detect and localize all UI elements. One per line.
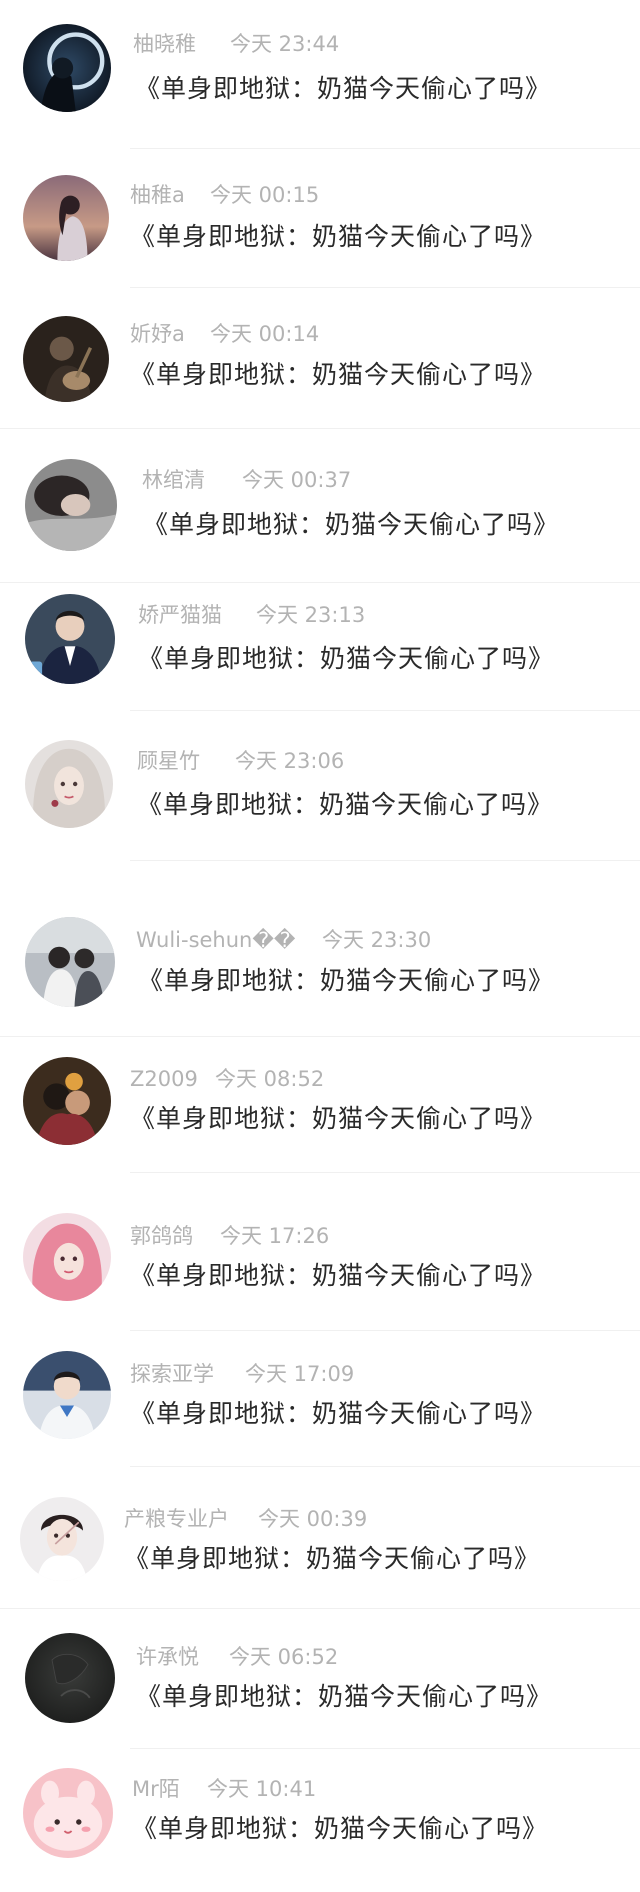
avatar[interactable] xyxy=(23,1351,111,1439)
boy-suit-avatar xyxy=(25,594,115,684)
username[interactable]: Wuli-sehun�� xyxy=(136,930,295,951)
comment-text: 《单身即地狱：奶猫今天偷心了吗》 xyxy=(137,790,554,819)
timestamp: 今天 17:26 xyxy=(220,1224,330,1248)
platinum-hair-girl-avatar xyxy=(25,740,113,828)
timestamp: 今天 23:30 xyxy=(322,928,432,952)
timestamp: 今天 23:44 xyxy=(230,32,340,56)
comment-text: 《单身即地狱：奶猫今天偷心了吗》 xyxy=(135,74,552,103)
username[interactable]: 娇严猫猫 xyxy=(138,605,222,626)
divider xyxy=(0,428,640,429)
divider xyxy=(130,1748,640,1749)
comment-text: 《单身即地狱：奶猫今天偷心了吗》 xyxy=(138,966,555,995)
moon-night-avatar xyxy=(23,24,111,112)
comment-text: 《单身即地狱：奶猫今天偷心了吗》 xyxy=(132,1814,549,1843)
username[interactable]: 郭鸽鸽 xyxy=(130,1226,193,1247)
comment-text: 《单身即地狱：奶猫今天偷心了吗》 xyxy=(130,222,547,251)
avatar[interactable] xyxy=(23,1768,113,1858)
divider xyxy=(0,1608,640,1609)
couple-embrace-avatar xyxy=(23,1057,111,1145)
username[interactable]: 林绾清 xyxy=(142,470,205,491)
comment-text: 《单身即地狱：奶猫今天偷心了吗》 xyxy=(143,510,560,539)
comment-feed: 柚晓稚 今天 23:44 《单身即地狱：奶猫今天偷心了吗》 柚稚a 今天 00:… xyxy=(0,0,640,1892)
car-couple-avatar xyxy=(25,917,115,1007)
dark-sketch-avatar xyxy=(25,1633,115,1723)
comment-text: 《单身即地狱：奶猫今天偷心了吗》 xyxy=(130,360,547,389)
avatar[interactable] xyxy=(23,175,109,261)
username[interactable]: 产粮专业户 xyxy=(124,1509,229,1530)
guitar-person-avatar xyxy=(23,316,109,402)
avatar[interactable] xyxy=(23,1057,111,1145)
divider xyxy=(130,1330,640,1331)
comment-text: 《单身即地狱：奶猫今天偷心了吗》 xyxy=(124,1544,541,1573)
username[interactable]: 柚稚a xyxy=(130,185,185,206)
timestamp: 今天 00:37 xyxy=(242,468,352,492)
username[interactable]: 许承悦 xyxy=(136,1647,199,1668)
timestamp: 今天 00:15 xyxy=(210,183,320,207)
divider xyxy=(0,582,640,583)
avatar[interactable] xyxy=(23,316,109,402)
timestamp: 今天 23:06 xyxy=(235,749,345,773)
avatar[interactable] xyxy=(25,917,115,1007)
username[interactable]: Mr陌 xyxy=(132,1779,180,1800)
comment-text: 《单身即地狱：奶猫今天偷心了吗》 xyxy=(130,1104,547,1133)
avatar[interactable] xyxy=(23,24,111,112)
girl-lying-avatar xyxy=(25,459,117,551)
timestamp: 今天 00:14 xyxy=(210,322,320,346)
username[interactable]: 妡妤a xyxy=(130,324,185,345)
divider xyxy=(130,287,640,288)
username[interactable]: 柚晓稚 xyxy=(133,34,196,55)
timestamp: 今天 17:09 xyxy=(245,1362,355,1386)
timestamp: 今天 00:39 xyxy=(258,1507,368,1531)
avatar[interactable] xyxy=(25,740,113,828)
timestamp: 今天 10:41 xyxy=(207,1777,317,1801)
divider xyxy=(130,1172,640,1173)
young-man-portrait-avatar xyxy=(20,1497,104,1581)
comment-text: 《单身即地狱：奶猫今天偷心了吗》 xyxy=(136,1682,553,1711)
pink-cartoon-avatar xyxy=(23,1768,113,1858)
comment-text: 《单身即地狱：奶猫今天偷心了吗》 xyxy=(130,1261,547,1290)
username[interactable]: 探索亚学 xyxy=(130,1364,214,1385)
timestamp: 今天 06:52 xyxy=(229,1645,339,1669)
divider xyxy=(0,1036,640,1037)
username[interactable]: 顾星竹 xyxy=(137,751,200,772)
girl-sunset-avatar xyxy=(23,175,109,261)
timestamp: 今天 23:13 xyxy=(256,603,366,627)
avatar[interactable] xyxy=(25,1633,115,1723)
avatar[interactable] xyxy=(25,594,115,684)
avatar[interactable] xyxy=(25,459,117,551)
boy-blue-collar-avatar xyxy=(23,1351,111,1439)
username[interactable]: Z2009 xyxy=(130,1069,198,1090)
timestamp: 今天 08:52 xyxy=(215,1067,325,1091)
divider xyxy=(130,1466,640,1467)
divider xyxy=(130,148,640,149)
avatar[interactable] xyxy=(20,1497,104,1581)
divider xyxy=(130,860,640,861)
pink-hair-girl-avatar xyxy=(23,1213,111,1301)
divider xyxy=(130,710,640,711)
avatar[interactable] xyxy=(23,1213,111,1301)
comment-text: 《单身即地狱：奶猫今天偷心了吗》 xyxy=(130,1399,547,1428)
comment-text: 《单身即地狱：奶猫今天偷心了吗》 xyxy=(138,644,555,673)
